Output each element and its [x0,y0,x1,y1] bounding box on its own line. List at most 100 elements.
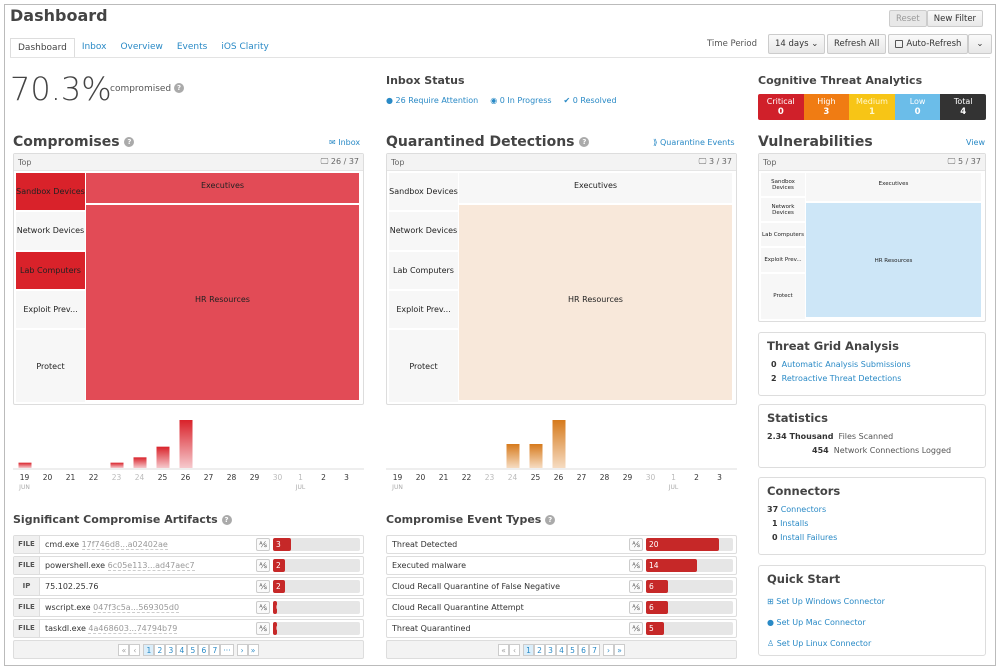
new-filter-button[interactable]: New Filter [926,10,984,27]
page-button[interactable]: 4 [556,643,567,656]
chart-bar[interactable] [529,444,543,468]
treemap-cell-hr-resources[interactable]: HR Resources [86,205,359,400]
artifact-row[interactable]: FILEtaskdl.exe 4a468603...74794b79⅍0 [13,619,364,638]
treemap-group[interactable]: Network Devices [761,198,805,222]
linux-connector-link[interactable]: ♙ Set Up Linux Connector [767,633,977,654]
tab-dashboard[interactable]: Dashboard [10,38,75,58]
treemap-group[interactable]: Sandbox Devices [16,173,85,211]
chart-bar[interactable] [506,444,520,468]
help-icon[interactable]: ? [579,137,590,147]
artifact-name[interactable]: taskdl.exe 4a468603...74794b79 [40,624,256,634]
treemap-group[interactable]: Protect [389,330,458,402]
cta-level-critical[interactable]: Critical 0 [758,94,804,120]
treemap-cell-hr-resources[interactable]: HR Resources [806,202,981,317]
treemap-group[interactable]: Lab Computers [389,251,458,289]
artifact-name[interactable]: cmd.exe 17f746d8...a02402ae [40,540,256,550]
treemap-cell-executives[interactable]: Executives [86,173,359,204]
artifact-hash[interactable]: 6c05e113...ad47aec7 [107,561,195,571]
treemap-group[interactable]: Sandbox Devices [389,173,458,211]
pager-nav-button[interactable]: › [236,643,248,656]
retroactive-detections-link[interactable]: Retroactive Threat Detections [782,374,902,383]
chart-bar[interactable] [156,446,170,468]
pager-nav-button[interactable]: › [603,643,614,656]
cta-level-medium[interactable]: Medium 1 [849,94,895,120]
event-type-row[interactable]: Threat Quarantined ⅍ 5 [386,619,737,638]
pager-nav-button[interactable]: « [498,643,509,656]
page-button[interactable]: 5 [567,643,578,656]
pager-nav-button[interactable]: ‹ [129,643,141,656]
install-failures-link[interactable]: Install Failures [780,533,837,542]
artifact-name[interactable]: wscript.exe 047f3c5a...569305d0 [40,603,256,613]
page-button[interactable]: ··· [220,643,234,656]
pager-nav-button[interactable]: ‹ [509,643,520,656]
tab-overview[interactable]: Overview [113,38,169,58]
mute-icon[interactable]: ⅍ [629,601,643,614]
page-button[interactable]: 6 [578,643,589,656]
mac-connector-link[interactable]: ● Set Up Mac Connector [767,612,977,633]
time-period-select[interactable]: 14 days ⌄ [768,34,826,54]
auto-refresh-dropdown[interactable]: ⌄ [968,34,992,54]
artifact-hash[interactable]: 17f746d8...a02402ae [81,540,168,550]
mute-icon[interactable]: ⅍ [629,538,643,551]
installs-link[interactable]: Installs [780,519,808,528]
treemap-group[interactable]: Lab Computers [761,223,805,247]
page-button[interactable]: 1 [523,643,534,656]
page-button[interactable]: 3 [165,643,177,656]
page-button[interactable]: 7 [589,643,600,656]
artifact-row[interactable]: FILEwscript.exe 047f3c5a...569305d0⅍0 [13,598,364,617]
resolved-link[interactable]: ✔ 0 Resolved [564,96,617,105]
event-type-row[interactable]: Threat Detected ⅍ 20 [386,535,737,554]
chart-bar[interactable] [133,457,147,468]
mute-icon[interactable]: ⅍ [629,580,643,593]
chart-bar[interactable] [110,462,124,468]
help-icon[interactable]: ? [174,83,185,93]
treemap-cell-executives[interactable]: Executives [459,173,732,204]
checkbox-icon[interactable] [895,40,904,48]
cta-level-total[interactable]: Total 4 [940,94,986,120]
artifact-hash[interactable]: 4a468603...74794b79 [88,624,178,634]
artifact-row[interactable]: FILE cmd.exe 17f746d8...a02402ae ⅍ 3 [13,535,364,554]
treemap-group[interactable]: Exploit Prev... [389,290,458,329]
tab-inbox[interactable]: Inbox [75,38,114,58]
treemap-group[interactable]: Exploit Prev... [761,248,805,272]
in-progress-link[interactable]: ◉ 0 In Progress [490,96,551,105]
chart-bar[interactable] [18,462,32,468]
mute-icon[interactable]: ⅍ [629,622,643,635]
artifact-row[interactable]: IP 75.102.25.76 ⅍ 2 [13,577,364,596]
treemap-group[interactable]: Exploit Prev... [16,290,85,329]
mute-icon[interactable]: ⅍ [256,559,270,572]
page-button[interactable]: 3 [545,643,556,656]
chart-bar[interactable] [179,420,193,468]
artifact-name[interactable]: powershell.exe 6c05e113...ad47aec7 [40,561,256,571]
require-attention-link[interactable]: ● 26 Require Attention [386,96,478,105]
tab-ios-clarity[interactable]: iOS Clarity [214,38,276,58]
pager-nav-button[interactable]: » [247,643,259,656]
cta-level-high[interactable]: High 3 [803,94,850,120]
inbox-link[interactable]: ✉ Inbox [329,138,360,147]
mute-icon[interactable]: ⅍ [629,559,643,572]
help-icon[interactable]: ? [124,137,135,147]
event-type-row[interactable]: Cloud Recall Quarantine of False Negativ… [386,577,737,596]
cta-level-low[interactable]: Low 0 [894,94,941,120]
artifact-row[interactable]: FILE powershell.exe 6c05e113...ad47aec7 ⅍ 2 [13,556,364,575]
chart-bar[interactable] [552,420,566,468]
page-button[interactable]: 5 [187,643,199,656]
event-type-row[interactable]: Cloud Recall Quarantine Attempt ⅍ 6 [386,598,737,617]
treemap-group[interactable]: Sandbox Devices [761,173,805,197]
event-type-row[interactable]: Executed malware ⅍ 14 [386,556,737,575]
treemap-group[interactable]: Lab Computers [16,251,85,289]
auto-refresh-toggle[interactable]: Auto-Refresh [888,34,969,54]
page-button[interactable]: 6 [198,643,210,656]
automatic-submissions-link[interactable]: Automatic Analysis Submissions [782,360,911,369]
artifact-name[interactable]: 75.102.25.76 [40,582,256,591]
treemap-group[interactable]: Protect [761,273,805,319]
page-button[interactable]: 7 [209,643,221,656]
artifact-hash[interactable]: 047f3c5a...569305d0 [93,603,180,613]
treemap-group[interactable]: Network Devices [16,212,85,250]
page-button[interactable]: 4 [176,643,188,656]
treemap-group[interactable]: Protect [16,330,85,402]
mute-icon[interactable]: ⅍ [256,622,270,635]
treemap-cell-executives[interactable]: Executives [806,173,981,201]
mute-icon[interactable]: ⅍ [256,601,270,614]
tab-events[interactable]: Events [170,38,214,58]
